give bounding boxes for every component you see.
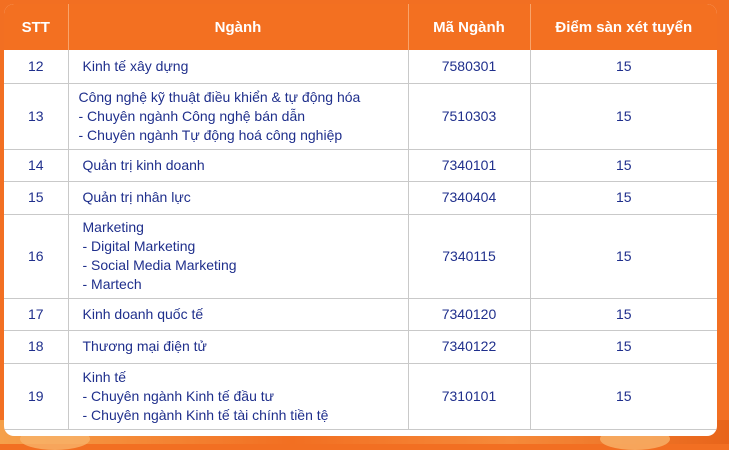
cell-stt: 16 — [4, 214, 69, 299]
cell-stt: 17 — [4, 298, 69, 331]
nganh-line: Quản trị nhân lực — [82, 189, 191, 205]
header-diem-san: Điểm sàn xét tuyển — [530, 4, 717, 50]
cell-diem: 15 — [530, 214, 717, 299]
table-row: 17 Kinh doanh quốc tế 7340120 15 — [4, 298, 717, 331]
cell-ma-nganh: 7310101 — [408, 363, 531, 430]
nganh-line: Kinh doanh quốc tế — [82, 305, 204, 322]
cell-stt: 15 — [4, 181, 69, 215]
table-header-row: STT Ngành Mã Ngành Điểm sàn xét tuyển — [4, 4, 717, 50]
cell-nganh: Thương mại điện tử — [68, 330, 409, 364]
nganh-line: Thương mại điện tử — [82, 338, 207, 354]
nganh-subline: - Chuyên ngành Công nghệ bán dẫn — [78, 107, 306, 124]
nganh-line: Công nghệ kỹ thuật điều khiển & tự động … — [78, 88, 361, 105]
cell-nganh: Kinh tế - Chuyên ngành Kinh tế đầu tư - … — [68, 363, 409, 430]
cell-stt: 12 — [4, 50, 69, 84]
cell-nganh: Kinh doanh quốc tế — [68, 298, 409, 331]
cell-diem: 15 — [530, 363, 717, 430]
cell-stt: 19 — [4, 363, 69, 430]
cell-nganh: Marketing - Digital Marketing - Social M… — [68, 214, 409, 299]
cell-ma-nganh: 7340122 — [408, 330, 531, 364]
cell-ma-nganh: 7580301 — [408, 50, 531, 84]
cell-stt: 18 — [4, 330, 69, 364]
table-row: 14 Quản trị kinh doanh 7340101 15 — [4, 149, 717, 182]
cell-diem: 15 — [530, 181, 717, 215]
table-row: 19 Kinh tế - Chuyên ngành Kinh tế đầu tư… — [4, 363, 717, 430]
cell-ma-nganh: 7340115 — [408, 214, 531, 299]
table-row: 18 Thương mại điện tử 7340122 15 — [4, 330, 717, 364]
admission-table-card: STT Ngành Mã Ngành Điểm sàn xét tuyển 12… — [4, 4, 717, 436]
cell-diem: 15 — [530, 298, 717, 331]
cell-stt: 14 — [4, 149, 69, 182]
table-row: 15 Quản trị nhân lực 7340404 15 — [4, 181, 717, 215]
cell-ma-nganh: 7340101 — [408, 149, 531, 182]
nganh-subline: - Digital Marketing — [82, 238, 196, 254]
nganh-line: Quản trị kinh doanh — [82, 156, 205, 173]
cell-diem: 15 — [530, 149, 717, 182]
header-stt: STT — [4, 4, 69, 50]
nganh-subline: - Social Media Marketing — [82, 257, 237, 273]
nganh-subline: - Chuyên ngành Kinh tế tài chính tiền tệ — [82, 406, 329, 423]
table-row: 13 Công nghệ kỹ thuật điều khiển & tự độ… — [4, 83, 717, 150]
nganh-line: Marketing — [82, 219, 144, 235]
cell-nganh: Kinh tế xây dựng — [68, 50, 409, 84]
cell-stt: 13 — [4, 83, 69, 150]
nganh-subline: - Chuyên ngành Tự động hoá công nghiệp — [78, 126, 343, 143]
nganh-subline: - Martech — [82, 276, 142, 292]
cell-diem: 15 — [530, 83, 717, 150]
table-row: 12 Kinh tế xây dựng 7580301 15 — [4, 50, 717, 84]
table-row: 16 Marketing - Digital Marketing - Socia… — [4, 214, 717, 299]
cell-ma-nganh: 7340120 — [408, 298, 531, 331]
cell-ma-nganh: 7340404 — [408, 181, 531, 215]
admission-table: STT Ngành Mã Ngành Điểm sàn xét tuyển 12… — [4, 4, 717, 430]
nganh-line: Kinh tế xây dựng — [82, 57, 189, 74]
cell-ma-nganh: 7510303 — [408, 83, 531, 150]
header-nganh: Ngành — [68, 4, 409, 50]
nganh-line: Kinh tế — [82, 368, 127, 385]
nganh-subline: - Chuyên ngành Kinh tế đầu tư — [82, 387, 275, 404]
cell-nganh: Công nghệ kỹ thuật điều khiển & tự động … — [68, 83, 409, 150]
cell-diem: 15 — [530, 330, 717, 364]
header-ma-nganh: Mã Ngành — [408, 4, 531, 50]
cell-nganh: Quản trị kinh doanh — [68, 149, 409, 182]
cell-diem: 15 — [530, 50, 717, 84]
cell-nganh: Quản trị nhân lực — [68, 181, 409, 215]
